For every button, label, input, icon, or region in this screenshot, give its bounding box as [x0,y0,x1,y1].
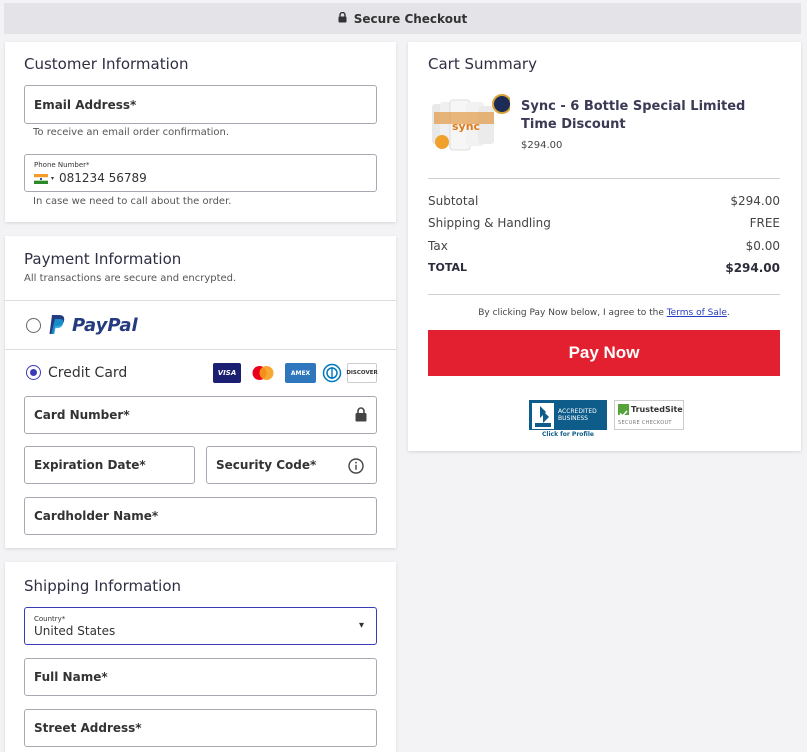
subtotal-value: $294.00 [730,194,780,208]
chevron-down-icon[interactable]: ▾ [359,620,364,631]
paypal-radio[interactable] [26,318,41,333]
street-address-label: Street Address* [34,721,142,735]
info-icon[interactable] [348,458,364,477]
trustedsite-sub: SECURE CHECKOUT [618,420,672,426]
expiration-date-field[interactable]: Expiration Date* [24,446,195,484]
divider [5,300,396,301]
divider [428,178,780,179]
cardholder-name-label: Cardholder Name* [34,509,159,523]
tax-value: $0.00 [745,239,780,253]
chevron-down-icon[interactable]: ▾ [51,175,54,182]
secure-checkout-label: Secure Checkout [353,11,468,26]
security-code-label: Security Code* [216,458,317,472]
lock-icon [338,11,347,26]
bbb-line1: ACCREDITED [558,408,597,415]
customer-info-card: Customer Information Email Address* To r… [5,42,396,222]
phone-value: 081234 56789 [59,171,147,185]
credit-card-radio[interactable] [26,365,41,380]
product-image: sync [430,92,512,160]
shipping-info-card: Shipping Information Country* United Sta… [5,562,396,752]
visa-icon: VISA [213,363,241,383]
country-select[interactable]: Country* United States ▾ [24,607,377,645]
divider [5,349,396,350]
street-address-field[interactable]: Street Address* [24,709,377,747]
full-name-field[interactable]: Full Name* [24,658,377,696]
phone-label: Phone Number* [34,161,90,169]
bbb-badge[interactable]: ACCREDITED BUSINESS Click for Profile [529,400,607,440]
subtotal-label: Subtotal [428,194,479,208]
mastercard-icon [249,363,277,383]
expiration-date-label: Expiration Date* [34,458,146,472]
payment-info-card: Payment Information All transactions are… [5,236,396,548]
card-number-field[interactable]: Card Number* [24,396,377,434]
svg-text:sync: sync [452,120,480,133]
cart-summary-title: Cart Summary [428,55,537,73]
india-flag-icon[interactable] [34,173,48,184]
divider [428,294,780,295]
total-value: $294.00 [725,261,780,275]
country-label: Country* [34,614,66,623]
terms-prefix: By clicking Pay Now below, I agree to th… [478,308,667,318]
pay-now-button[interactable]: Pay Now [428,330,780,376]
country-value: United States [34,623,116,638]
terms-of-sale-link[interactable]: Terms of Sale [667,308,727,318]
phone-field[interactable]: Phone Number* ▾ 081234 56789 [24,154,377,192]
shipping-value: FREE [749,216,780,230]
discover-icon: DISCOVER [346,363,378,383]
full-name-label: Full Name* [34,670,108,684]
product-price: $294.00 [521,140,563,151]
credit-card-label: Credit Card [48,365,128,381]
terms-suffix: . [726,308,730,318]
amex-icon: AMEX [285,363,316,383]
paypal-logo[interactable]: PayPal [48,314,138,336]
lock-icon [355,407,367,425]
trustedsite-name: TrustedSite [631,405,683,414]
bbb-line2: BUSINESS [558,415,588,422]
paypal-icon [49,315,65,334]
payment-info-title: Payment Information [24,250,182,268]
payment-subtitle: All transactions are secure and encrypte… [24,273,237,284]
shipping-info-title: Shipping Information [24,577,182,595]
phone-help: In case we need to call about the order. [33,196,232,207]
secure-checkout-bar: Secure Checkout [4,3,801,34]
trustedsite-badge[interactable]: TrustedSite SECURE CHECKOUT [614,400,684,430]
terms-text: By clicking Pay Now below, I agree to th… [428,308,780,318]
total-label: TOTAL [428,261,468,274]
cardholder-name-field[interactable]: Cardholder Name* [24,497,377,535]
paypal-label: PayPal [72,314,138,336]
shipping-label: Shipping & Handling [428,216,551,230]
bbb-torch-icon [532,403,554,429]
product-name: Sync - 6 Bottle Special Limited Time Dis… [521,99,746,132]
diners-club-icon [322,363,342,383]
security-code-field[interactable]: Security Code* [206,446,377,484]
card-number-label: Card Number* [34,408,130,422]
email-field[interactable]: Email Address* [24,85,377,124]
email-help: To receive an email order confirmation. [33,127,230,138]
customer-info-title: Customer Information [24,55,189,73]
email-label: Email Address* [34,97,137,112]
tax-label: Tax [428,239,448,253]
bbb-click-profile: Click for Profile [542,431,594,438]
check-icon [618,404,629,418]
